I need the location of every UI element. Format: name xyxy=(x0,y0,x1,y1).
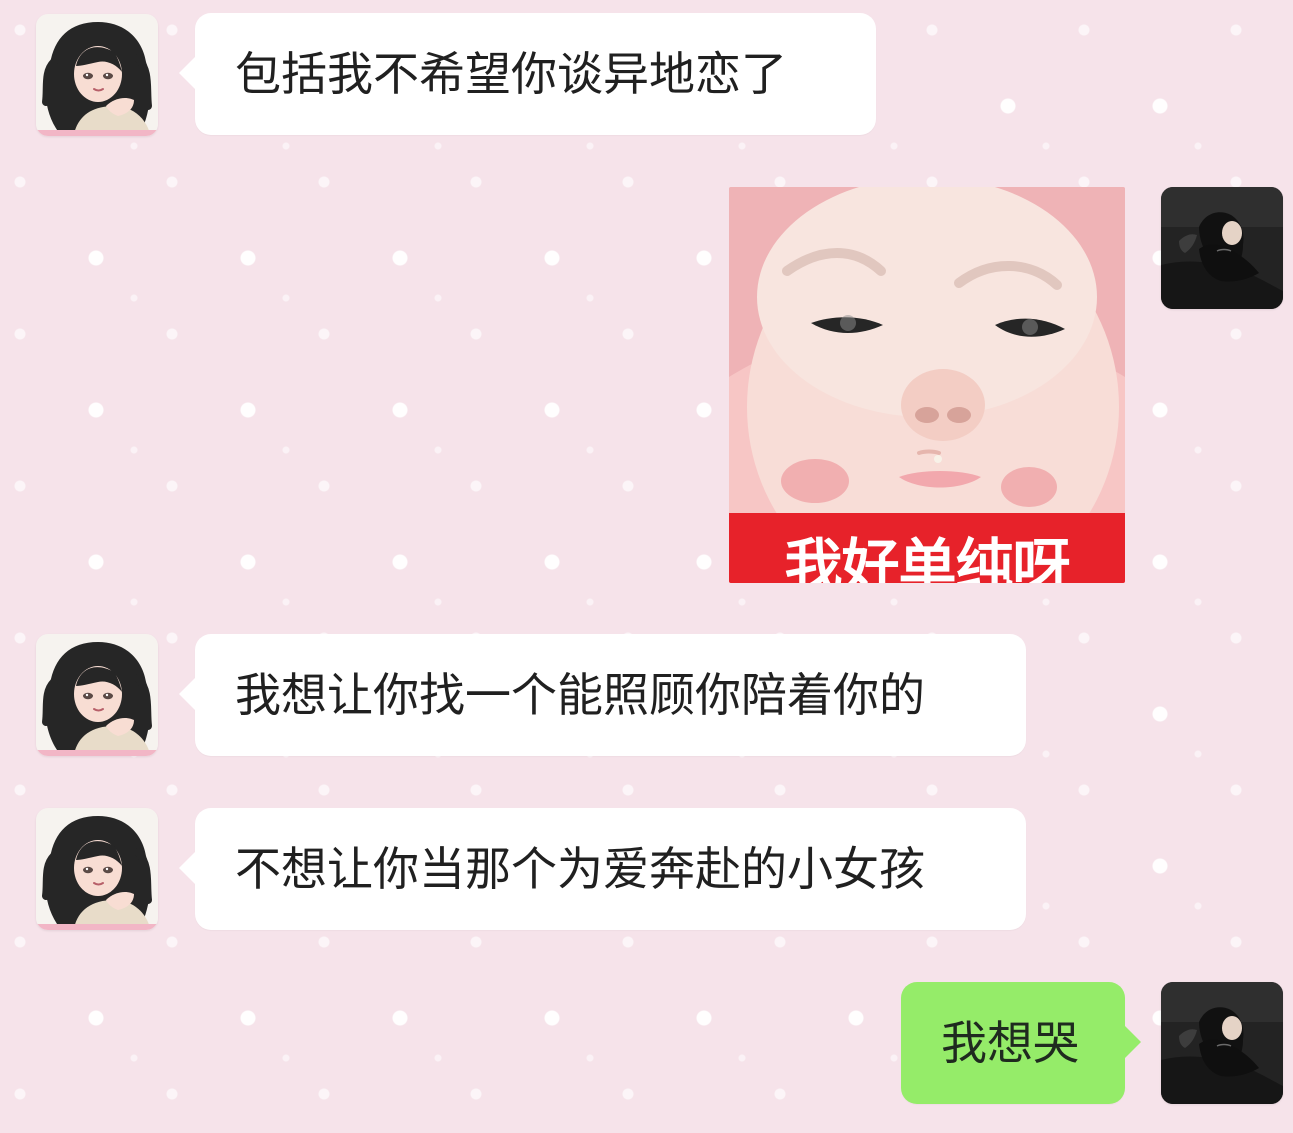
outgoing-avatar[interactable] xyxy=(1161,187,1283,309)
outgoing-message-bubble[interactable]: 我想哭 xyxy=(901,982,1141,1104)
dark-photo-avatar-icon xyxy=(1161,982,1283,1104)
sticker-message[interactable]: 我好单纯呀 xyxy=(729,187,1125,583)
incoming-avatar[interactable] xyxy=(36,808,158,930)
outgoing-avatar[interactable] xyxy=(1161,982,1283,1104)
chat-window: 包括我不希望你谈异地恋了 我好单纯呀 我想让你找一个能照顾你陪着你的 不想让你当… xyxy=(0,0,1293,1133)
sticker-caption: 我好单纯呀 xyxy=(784,532,1070,583)
anime-girl-avatar-icon xyxy=(36,808,158,930)
anime-girl-avatar-icon xyxy=(36,634,158,756)
message-text: 我想让你找一个能照顾你陪着你的 xyxy=(235,668,925,722)
incoming-avatar[interactable] xyxy=(36,634,158,756)
incoming-message-bubble[interactable]: 我想让你找一个能照顾你陪着你的 xyxy=(179,634,1026,756)
incoming-message-bubble[interactable]: 不想让你当那个为爱奔赴的小女孩 xyxy=(179,808,1026,930)
message-text: 包括我不希望你谈异地恋了 xyxy=(235,47,787,101)
incoming-avatar[interactable] xyxy=(36,14,158,136)
message-text: 我想哭 xyxy=(941,1016,1079,1070)
incoming-message-bubble[interactable]: 包括我不希望你谈异地恋了 xyxy=(179,13,876,135)
dark-photo-avatar-icon xyxy=(1161,187,1283,309)
message-text: 不想让你当那个为爱奔赴的小女孩 xyxy=(235,842,925,896)
anime-girl-avatar-icon xyxy=(36,14,158,136)
